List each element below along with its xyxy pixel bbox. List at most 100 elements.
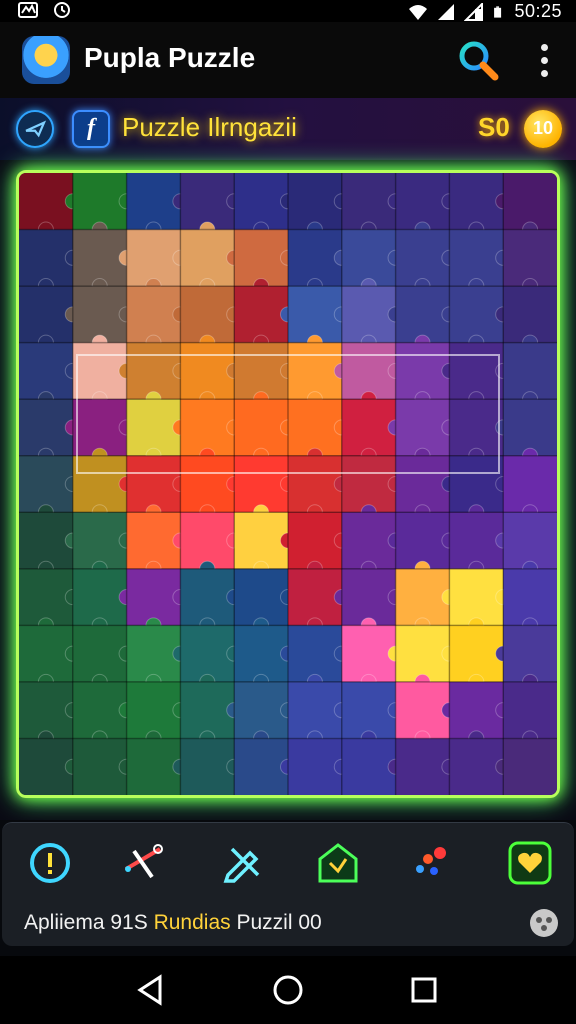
puzzle-piece[interactable] <box>180 229 235 287</box>
puzzle-piece[interactable] <box>503 173 557 230</box>
puzzle-piece[interactable] <box>395 399 450 456</box>
puzzle-piece[interactable] <box>449 681 504 739</box>
puzzle-piece[interactable] <box>72 399 127 456</box>
puzzle-piece[interactable] <box>72 229 127 287</box>
back-icon[interactable] <box>132 972 168 1008</box>
puzzle-piece[interactable] <box>234 738 288 795</box>
search-icon[interactable] <box>456 38 500 82</box>
puzzle-piece[interactable] <box>503 625 557 682</box>
puzzle-piece[interactable] <box>234 173 288 230</box>
facebook-icon[interactable]: f <box>72 110 110 148</box>
puzzle-piece[interactable] <box>180 738 235 795</box>
puzzle-piece[interactable] <box>449 455 504 513</box>
puzzle-board[interactable] <box>16 170 560 798</box>
puzzle-piece[interactable] <box>341 455 396 513</box>
puzzle-piece[interactable] <box>288 738 342 795</box>
puzzle-piece[interactable] <box>449 286 504 343</box>
puzzle-piece[interactable] <box>503 681 557 739</box>
puzzle-piece[interactable] <box>395 173 450 230</box>
puzzle-piece[interactable] <box>395 738 450 795</box>
puzzle-piece[interactable] <box>19 229 73 287</box>
puzzle-piece[interactable] <box>19 738 73 795</box>
puzzle-piece[interactable] <box>341 568 396 626</box>
puzzle-piece[interactable] <box>288 512 342 569</box>
puzzle-piece[interactable] <box>395 229 450 287</box>
puzzle-piece[interactable] <box>72 455 127 513</box>
puzzle-piece[interactable] <box>341 229 396 287</box>
puzzle-piece[interactable] <box>503 399 557 456</box>
puzzle-piece[interactable] <box>503 286 557 343</box>
puzzle-piece[interactable] <box>19 568 73 626</box>
puzzle-piece[interactable] <box>288 173 342 230</box>
puzzle-piece[interactable] <box>341 399 396 456</box>
puzzle-piece[interactable] <box>449 342 504 400</box>
home-circle-icon[interactable] <box>270 972 306 1008</box>
puzzle-piece[interactable] <box>234 455 288 513</box>
puzzle-piece[interactable] <box>126 455 181 513</box>
puzzle-piece[interactable] <box>503 229 557 287</box>
puzzle-piece[interactable] <box>234 625 288 682</box>
puzzle-piece[interactable] <box>395 568 450 626</box>
puzzle-piece[interactable] <box>72 625 127 682</box>
recents-icon[interactable] <box>406 972 442 1008</box>
puzzle-piece[interactable] <box>180 399 235 456</box>
puzzle-piece[interactable] <box>19 342 73 400</box>
puzzle-piece[interactable] <box>341 342 396 400</box>
puzzle-piece[interactable] <box>503 455 557 513</box>
puzzle-piece[interactable] <box>180 342 235 400</box>
home-icon[interactable] <box>316 841 360 885</box>
puzzle-piece[interactable] <box>72 568 127 626</box>
puzzle-piece[interactable] <box>126 681 181 739</box>
puzzle-piece[interactable] <box>234 342 288 400</box>
settings-badge-icon[interactable] <box>530 909 558 937</box>
puzzle-piece[interactable] <box>341 286 396 343</box>
puzzle-piece[interactable] <box>180 568 235 626</box>
puzzle-piece[interactable] <box>341 512 396 569</box>
puzzle-piece[interactable] <box>72 738 127 795</box>
puzzle-piece[interactable] <box>19 512 73 569</box>
share-icon[interactable] <box>16 110 54 148</box>
puzzle-piece[interactable] <box>19 286 73 343</box>
puzzle-piece[interactable] <box>449 738 504 795</box>
puzzle-piece[interactable] <box>288 455 342 513</box>
puzzle-piece[interactable] <box>234 286 288 343</box>
puzzle-piece[interactable] <box>449 399 504 456</box>
puzzle-piece[interactable] <box>19 173 73 230</box>
puzzle-piece[interactable] <box>503 342 557 400</box>
puzzle-piece[interactable] <box>288 625 342 682</box>
puzzle-piece[interactable] <box>234 512 288 569</box>
puzzle-piece[interactable] <box>288 342 342 400</box>
puzzle-piece[interactable] <box>180 173 235 230</box>
puzzle-piece[interactable] <box>72 286 127 343</box>
puzzle-piece[interactable] <box>19 455 73 513</box>
puzzle-piece[interactable] <box>126 399 181 456</box>
puzzle-piece[interactable] <box>19 625 73 682</box>
puzzle-piece[interactable] <box>449 173 504 230</box>
puzzle-piece[interactable] <box>126 286 181 343</box>
puzzle-piece[interactable] <box>126 342 181 400</box>
puzzle-piece[interactable] <box>126 512 181 569</box>
puzzle-piece[interactable] <box>126 625 181 682</box>
puzzle-piece[interactable] <box>341 625 396 682</box>
puzzle-piece[interactable] <box>180 625 235 682</box>
puzzle-piece[interactable] <box>395 286 450 343</box>
puzzle-piece[interactable] <box>503 512 557 569</box>
puzzle-piece[interactable] <box>503 568 557 626</box>
puzzle-piece[interactable] <box>126 738 181 795</box>
puzzle-piece[interactable] <box>126 568 181 626</box>
puzzle-piece[interactable] <box>72 512 127 569</box>
puzzle-piece[interactable] <box>72 681 127 739</box>
puzzle-piece[interactable] <box>288 229 342 287</box>
heart-icon[interactable] <box>508 841 552 885</box>
puzzle-piece[interactable] <box>234 681 288 739</box>
puzzle-piece[interactable] <box>288 399 342 456</box>
puzzle-piece[interactable] <box>449 512 504 569</box>
puzzle-piece[interactable] <box>341 173 396 230</box>
puzzle-piece[interactable] <box>395 455 450 513</box>
puzzle-piece[interactable] <box>341 738 396 795</box>
puzzle-piece[interactable] <box>72 342 127 400</box>
puzzle-piece[interactable] <box>180 455 235 513</box>
tools-icon[interactable] <box>120 841 164 885</box>
puzzle-piece[interactable] <box>19 399 73 456</box>
puzzle-piece[interactable] <box>72 173 127 230</box>
